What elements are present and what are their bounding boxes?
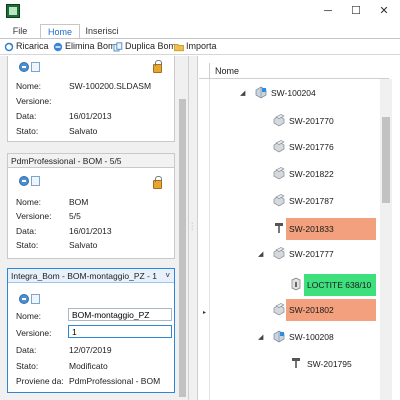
tab-file[interactable]: File xyxy=(8,24,32,38)
card-3-icons xyxy=(19,294,41,306)
close-button[interactable]: ✕ xyxy=(374,4,394,18)
app-icon xyxy=(6,4,20,18)
document-icon xyxy=(31,176,40,186)
card-2-icons xyxy=(19,176,41,188)
versione-label: Versione: xyxy=(16,328,52,338)
proviene-value: PdmProfessional - BOM xyxy=(69,376,161,386)
tree-header-gutter xyxy=(199,63,210,79)
data-label: Data: xyxy=(16,345,37,355)
nome-field[interactable] xyxy=(68,308,172,321)
nome-label: Nome: xyxy=(16,197,42,207)
stato-value: Salvato xyxy=(69,240,98,250)
part-icon xyxy=(272,246,286,260)
status-icon xyxy=(19,62,29,72)
screw-icon xyxy=(289,356,303,370)
bom-card-2[interactable]: PdmProfessional - BOM - 5/5 Nome: BOM Ve… xyxy=(7,153,175,259)
row-pointer-icon: ▸ xyxy=(203,310,207,316)
tree-expander-icon[interactable]: ◢ xyxy=(258,250,263,258)
minimize-button[interactable]: ─ xyxy=(318,4,338,18)
tree-expander-icon[interactable]: ◢ xyxy=(258,333,263,341)
tab-inserisci[interactable]: Inserisci xyxy=(84,24,120,38)
data-value: 16/01/2013 xyxy=(69,111,112,121)
card-1-icons xyxy=(19,62,41,74)
tree-expander-icon[interactable]: ◢ xyxy=(240,89,245,97)
elimina-bom-label: Elimina Bom xyxy=(65,41,116,51)
versione-field[interactable] xyxy=(68,325,172,338)
tree-node-label: SW-201802 xyxy=(289,305,334,315)
part-icon xyxy=(272,302,286,316)
data-value: 12/07/2019 xyxy=(69,345,112,355)
status-icon xyxy=(19,294,29,304)
proviene-label: Proviene da: xyxy=(16,376,64,386)
ricarica-button[interactable]: Ricarica xyxy=(4,40,49,53)
duplica-bom-button[interactable]: Duplica Bom xyxy=(113,40,176,53)
versione-value: 5/5 xyxy=(69,211,81,221)
assembly-icon xyxy=(272,329,286,343)
tree-node-label: SW-201822 xyxy=(289,169,334,179)
card-2-title: PdmProfessional - BOM - 5/5 xyxy=(11,156,122,166)
stato-value: Salvato xyxy=(69,126,98,136)
card-3-title: Integra_Bom - BOM-montaggio_PZ - 1 xyxy=(11,271,157,281)
tree-node-label: SW-100204 xyxy=(271,88,316,98)
maximize-button[interactable]: ☐ xyxy=(346,4,366,18)
bom-card-3[interactable]: Integra_Bom - BOM-montaggio_PZ - 1 ˅ Nom… xyxy=(7,268,175,393)
tree-node-label: SW-201770 xyxy=(289,116,334,126)
nome-label: Nome: xyxy=(16,311,42,321)
versione-label: Versione: xyxy=(16,211,52,221)
stato-label: Stato: xyxy=(16,126,39,136)
importa-button[interactable]: Importa xyxy=(174,40,217,53)
stato-value: Modificato xyxy=(69,361,108,371)
stato-label: Stato: xyxy=(16,361,39,371)
reload-icon xyxy=(4,42,14,51)
glue-icon xyxy=(289,277,303,291)
tree-scrollbar-thumb[interactable] xyxy=(382,117,390,203)
title-bar xyxy=(0,0,400,24)
importa-label: Importa xyxy=(186,41,217,51)
nome-label: Nome: xyxy=(16,81,42,91)
tree-node-label: LOCTITE 638/10 xyxy=(307,280,372,290)
card-3-header[interactable]: Integra_Bom - BOM-montaggio_PZ - 1 ˅ xyxy=(8,269,174,283)
part-icon xyxy=(272,139,286,153)
tab-home[interactable]: Home xyxy=(40,24,80,38)
versione-label: Versione: xyxy=(16,96,52,106)
tree-node-label: SW-100208 xyxy=(289,332,334,342)
tree-node-label: SW-201787 xyxy=(289,196,334,206)
tree-node-label: SW-201776 xyxy=(289,142,334,152)
duplica-bom-label: Duplica Bom xyxy=(125,41,177,51)
chevron-down-icon[interactable]: ˅ xyxy=(165,269,170,282)
duplicate-icon xyxy=(113,41,123,51)
data-value: 16/01/2013 xyxy=(69,226,112,236)
splitter-grip-icon: · · · xyxy=(191,220,194,233)
document-icon xyxy=(31,294,40,304)
stato-label: Stato: xyxy=(16,240,39,250)
data-label: Data: xyxy=(16,111,37,121)
tree-node-label: SW-201777 xyxy=(289,249,334,259)
left-scrollbar-thumb[interactable] xyxy=(179,99,186,397)
card-2-header[interactable]: PdmProfessional - BOM - 5/5 xyxy=(8,154,174,168)
document-icon xyxy=(31,62,40,72)
part-icon xyxy=(272,193,286,207)
lock-icon xyxy=(153,60,162,73)
status-icon xyxy=(19,176,29,186)
ricarica-label: Ricarica xyxy=(16,41,49,51)
screw-icon xyxy=(272,221,286,235)
column-header-nome[interactable]: Nome xyxy=(215,66,239,76)
tree-row-gutter xyxy=(199,79,210,400)
tree-node-label: SW-201795 xyxy=(307,359,352,369)
nome-value: BOM xyxy=(69,197,89,207)
folder-icon xyxy=(174,43,184,51)
bom-card-1[interactable]: Nome: SW-100200.SLDASM Versione: Data: 1… xyxy=(7,56,175,142)
lock-icon xyxy=(153,176,162,189)
delete-icon xyxy=(53,42,63,51)
nome-value: SW-100200.SLDASM xyxy=(69,81,152,91)
part-icon xyxy=(272,113,286,127)
elimina-bom-button[interactable]: Elimina Bom xyxy=(53,40,116,53)
data-label: Data: xyxy=(16,226,37,236)
tree-node-label: SW-201833 xyxy=(289,224,334,234)
part-icon xyxy=(272,166,286,180)
assembly-icon xyxy=(254,85,268,99)
